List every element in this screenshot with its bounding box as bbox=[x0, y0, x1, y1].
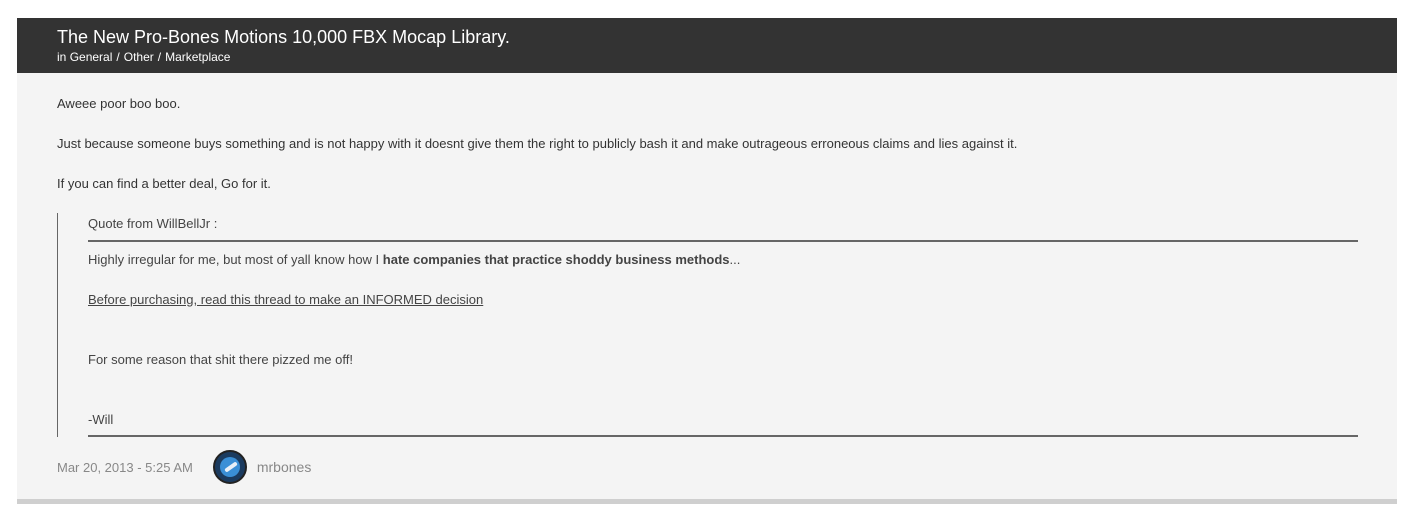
breadcrumb-other[interactable]: Other bbox=[124, 50, 154, 64]
breadcrumb-general[interactable]: General bbox=[70, 50, 113, 64]
quote-block: Quote from WillBellJr : Highly irregular… bbox=[57, 213, 1358, 437]
quote-thread-link[interactable]: Before purchasing, read this thread to m… bbox=[88, 292, 483, 307]
post-paragraph: Aweee poor boo boo. bbox=[57, 96, 181, 111]
forum-post: The New Pro-Bones Motions 10,000 FBX Moc… bbox=[17, 18, 1397, 504]
quote-line: Before purchasing, read this thread to m… bbox=[88, 291, 483, 309]
author-link[interactable]: mrbones bbox=[257, 459, 311, 475]
breadcrumb: in General / Other / Marketplace bbox=[57, 49, 1397, 65]
breadcrumb-separator: / bbox=[157, 50, 162, 64]
quote-line: For some reason that shit there pizzed m… bbox=[88, 352, 353, 367]
post-paragraph: Just because someone buys something and … bbox=[57, 136, 1018, 151]
quote-divider-bottom bbox=[88, 435, 1358, 437]
breadcrumb-prefix: in bbox=[57, 50, 67, 64]
breadcrumb-marketplace[interactable]: Marketplace bbox=[165, 50, 230, 64]
quote-bold-text: hate companies that practice shoddy busi… bbox=[382, 252, 730, 267]
post-paragraph: If you can find a better deal, Go for it… bbox=[57, 176, 271, 191]
quote-signature: -Will bbox=[88, 412, 114, 427]
quote-divider-top bbox=[88, 240, 1358, 242]
thread-title: The New Pro-Bones Motions 10,000 FBX Moc… bbox=[57, 27, 510, 47]
post-footer: Mar 20, 2013 - 5:25 AM mrbones bbox=[57, 448, 311, 486]
quote-line: Highly irregular for me, but most of yal… bbox=[88, 251, 740, 269]
quote-line-start: Highly irregular for me, but most of yal… bbox=[88, 252, 383, 267]
bones-avatar-icon[interactable] bbox=[212, 450, 247, 484]
quote-attribution: Quote from WillBellJr : bbox=[88, 216, 218, 231]
quote-line-end: ... bbox=[729, 252, 741, 267]
post-date: Mar 20, 2013 - 5:25 AM bbox=[57, 459, 193, 475]
breadcrumb-separator: / bbox=[116, 50, 120, 64]
thread-header: The New Pro-Bones Motions 10,000 FBX Moc… bbox=[17, 18, 1397, 73]
